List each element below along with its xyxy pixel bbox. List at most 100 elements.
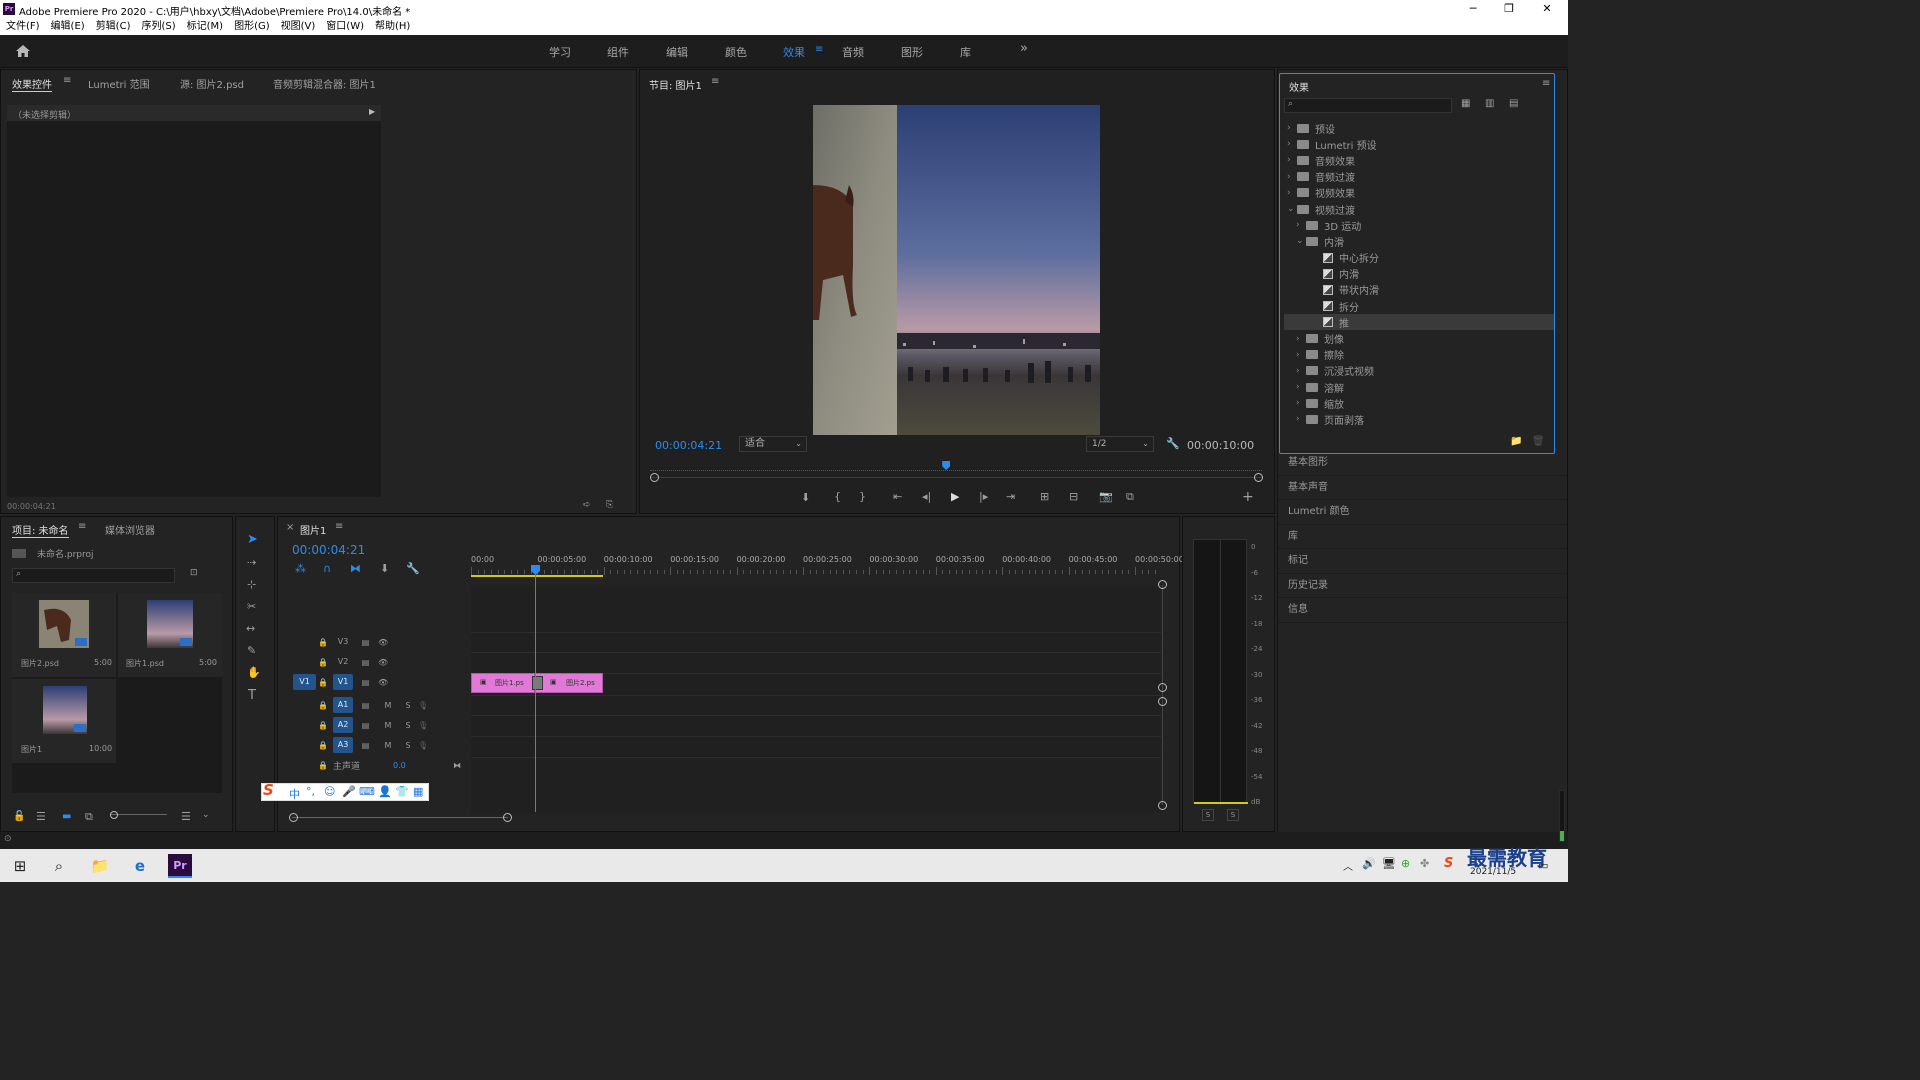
timeline-clip[interactable]: ▣ 图片2.ps (535, 673, 603, 693)
effects-tree-item[interactable]: › Lumetri 预设 (1284, 136, 1554, 152)
close-sequence-icon[interactable]: × (286, 522, 294, 533)
effects-tree-item[interactable]: › 划像 (1284, 330, 1554, 347)
search-icon[interactable]: ⌕ (47, 854, 71, 878)
resolution-dropdown[interactable]: 1/2 ⌄ (1086, 436, 1154, 452)
sync-lock-icon[interactable]: ▤ (353, 741, 378, 750)
effects-tree-item[interactable]: 内滑 (1284, 266, 1554, 282)
chevron-right-icon[interactable]: › (1296, 414, 1306, 424)
mic-icon[interactable]: 🎙 (418, 741, 433, 750)
project-search-input[interactable]: ⌕ (12, 568, 175, 583)
solo-right-button[interactable]: S (1227, 809, 1239, 821)
icon-view-icon[interactable]: ▬ (62, 811, 71, 822)
menu-sequence[interactable]: 序列(S) (141, 18, 175, 35)
workspace-overflow-icon[interactable]: » (1020, 41, 1028, 56)
effects-tree-item[interactable]: › 擦除 (1284, 347, 1554, 363)
punctuation-icon[interactable]: °, (306, 785, 315, 798)
sort-icon[interactable]: ☰ (181, 810, 191, 823)
network-icon[interactable]: 🖥 (1382, 857, 1396, 870)
notification-icon[interactable]: ▭ (1538, 859, 1548, 872)
sync-lock-icon[interactable]: ▤ (353, 721, 378, 730)
mute-button[interactable]: M (378, 701, 398, 710)
go-to-out-icon[interactable]: ⇥ (1006, 490, 1015, 503)
sequence-tab[interactable]: 图片1 (300, 522, 326, 537)
yuv-effects-icon[interactable]: ▤ (1509, 98, 1518, 109)
mark-out-icon[interactable]: } (859, 490, 866, 503)
menu-window[interactable]: 窗口(W) (326, 18, 364, 35)
step-back-icon[interactable]: ◂| (922, 490, 931, 503)
volume-icon[interactable]: 🔊 (1362, 857, 1376, 870)
tab-source[interactable]: 源: 图片2.psd (180, 76, 244, 91)
tab-media-browser[interactable]: 媒体浏览器 (105, 522, 155, 537)
chevron-down-icon[interactable]: ⌄ (1296, 236, 1306, 246)
track-label[interactable]: V3 (333, 634, 353, 650)
timeline-menu-icon[interactable]: ≡ (335, 521, 343, 532)
slider-handle[interactable] (110, 811, 118, 819)
timeline-playhead[interactable] (535, 566, 536, 812)
nest-icon[interactable]: ⁂ (295, 562, 306, 575)
effects-tree-item[interactable]: › 音频过渡 (1284, 169, 1554, 185)
project-item[interactable]: 图片2.psd 5:00 (12, 593, 116, 677)
effects-tree-item[interactable]: 中心拆分 (1284, 250, 1554, 266)
chevron-right-icon[interactable]: › (1296, 398, 1306, 408)
mic-icon[interactable]: 🎙 (418, 721, 433, 730)
work-area-bar[interactable] (471, 575, 603, 577)
sync-lock-icon[interactable]: ▤ (353, 678, 378, 687)
tab-audio-clip-mixer[interactable]: 音频剪辑混合器: 图片1 (273, 76, 376, 91)
scroll-handle[interactable] (1158, 801, 1167, 810)
lock-icon[interactable]: 🔒 (318, 721, 333, 730)
mic-icon[interactable]: 🎙 (418, 701, 433, 710)
expand-arrow-icon[interactable]: ▶ (369, 107, 375, 116)
security-icon[interactable]: ⊕ (1401, 857, 1410, 870)
window-scrollbar[interactable] (1559, 790, 1565, 842)
thumbnail-size-slider[interactable] (111, 814, 167, 815)
new-bin-icon[interactable]: 📁 (1510, 436, 1522, 447)
menu-help[interactable]: 帮助(H) (375, 18, 410, 35)
track-label[interactable]: V2 (333, 654, 353, 670)
lock-icon[interactable]: 🔓 (13, 811, 25, 822)
effects-tree-item[interactable]: 拆分 (1284, 298, 1554, 314)
eye-icon[interactable]: 👁 (378, 658, 393, 667)
program-menu-icon[interactable]: ≡ (711, 76, 719, 87)
solo-button[interactable]: S (398, 721, 418, 730)
extract-icon[interactable]: ⊟ (1069, 490, 1078, 503)
zoom-handle-right[interactable] (503, 813, 512, 822)
eye-icon[interactable]: 👁 (378, 678, 393, 687)
filter-icon[interactable]: ➪ (583, 500, 591, 510)
lock-icon[interactable]: 🔒 (318, 701, 333, 710)
mute-button[interactable]: M (378, 741, 398, 750)
workspace-color[interactable]: 颜色 (725, 44, 747, 60)
effects-tree-item[interactable]: › 缩放 (1284, 395, 1554, 411)
freeform-view-icon[interactable]: ⧉ (85, 810, 93, 824)
list-view-icon[interactable]: ☰ (36, 810, 46, 823)
workspace-editing[interactable]: 编辑 (666, 44, 688, 60)
panel-info[interactable]: 信息 (1278, 598, 1567, 623)
panel-essential-graphics[interactable]: 基本图形 (1278, 451, 1567, 476)
program-timecode[interactable]: 00:00:04:21 (655, 439, 722, 452)
effects-tree-item[interactable]: ⌄ 视频过渡 (1284, 201, 1554, 217)
chevron-right-icon[interactable]: › (1296, 382, 1306, 392)
effects-tree-item[interactable]: › 音频效果 (1284, 152, 1554, 168)
tab-effect-controls[interactable]: 效果控件 (12, 76, 52, 92)
close-button[interactable]: ✕ (1532, 1, 1562, 17)
hand-tool-icon[interactable]: ✋ (247, 666, 261, 679)
timeline-timecode[interactable]: 00:00:04:21 (292, 543, 365, 557)
track-label[interactable]: A3 (333, 737, 353, 753)
fit-dropdown[interactable]: 适合 ⌄ (739, 436, 807, 452)
step-forward-icon[interactable]: |▸ (979, 490, 988, 503)
menu-edit[interactable]: 编辑(E) (51, 18, 85, 35)
program-time-ruler[interactable] (650, 463, 1262, 471)
effects-tree-item[interactable]: ⌄ 内滑 (1284, 233, 1554, 249)
project-item[interactable]: 图片1 10:00 (12, 679, 116, 763)
project-item[interactable]: 图片1.psd 5:00 (118, 593, 222, 677)
microphone-icon[interactable]: 🎤 (342, 785, 356, 798)
chevron-right-icon[interactable]: › (1287, 155, 1297, 165)
zoom-handle-left[interactable] (289, 813, 298, 822)
user-icon[interactable]: 👤 (378, 785, 392, 798)
chevron-right-icon[interactable]: › (1296, 220, 1306, 230)
ripple-edit-icon[interactable]: ⊹ (247, 578, 256, 591)
panel-lumetri-color[interactable]: Lumetri 颜色 (1278, 500, 1567, 525)
scroll-handle[interactable] (1158, 683, 1167, 692)
effects-tree-item[interactable]: › 溶解 (1284, 379, 1554, 395)
scroll-handle[interactable] (1158, 697, 1167, 706)
emoji-icon[interactable]: ☺ (324, 785, 335, 798)
